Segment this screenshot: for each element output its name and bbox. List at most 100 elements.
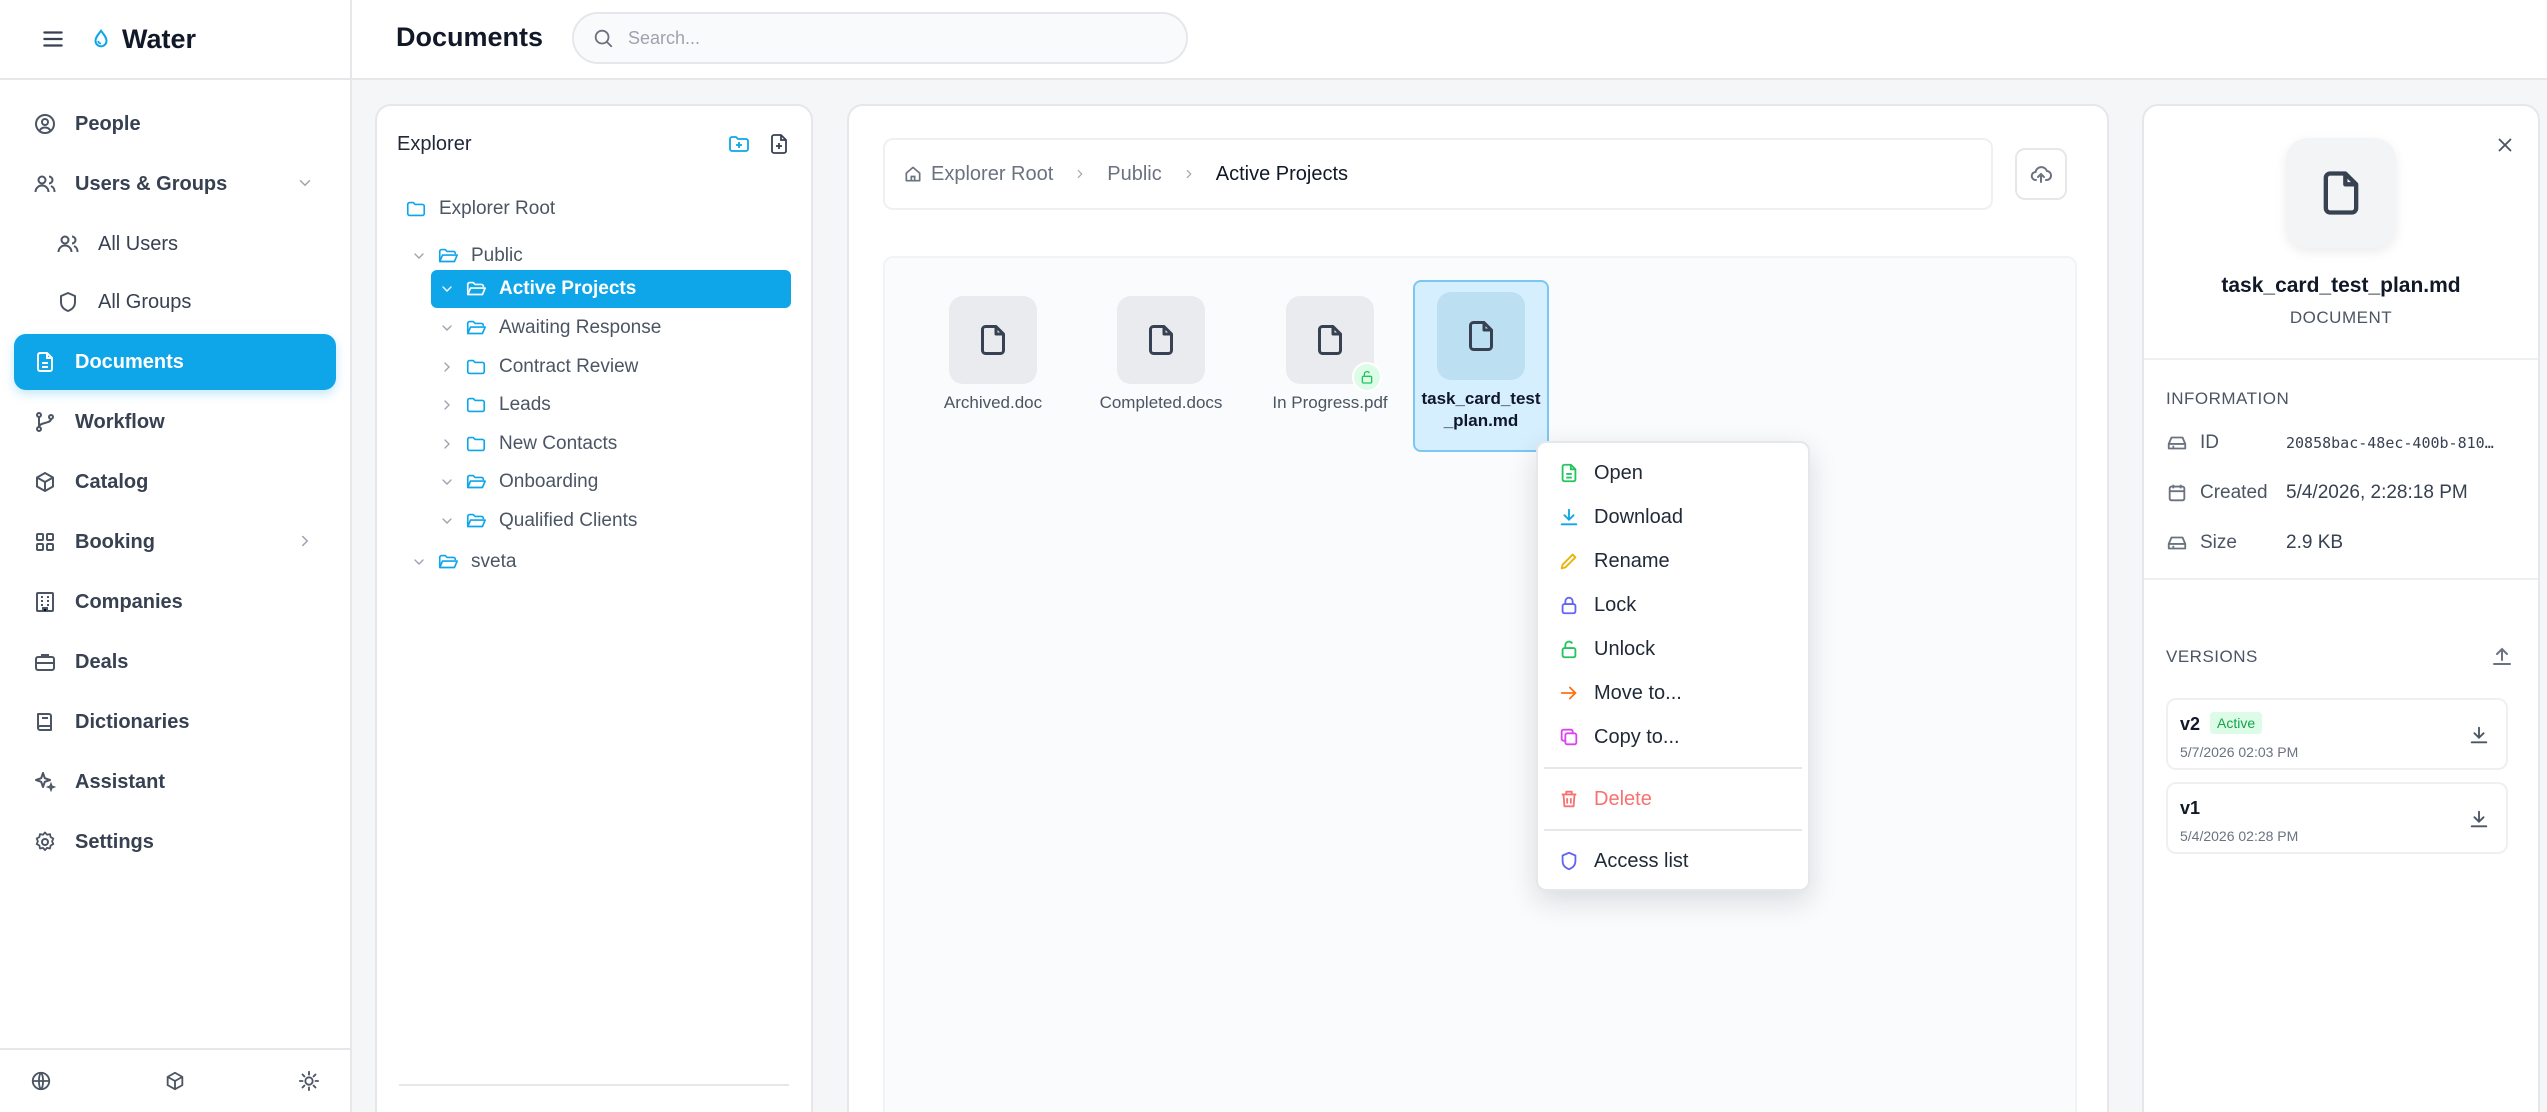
- context-menu-copy-to[interactable]: Copy to...: [1538, 715, 1808, 759]
- sun-icon[interactable]: [298, 1070, 320, 1092]
- divider: [2144, 578, 2538, 580]
- context-menu-label: Copy to...: [1594, 725, 1680, 748]
- tree-item-label: Onboarding: [499, 471, 599, 492]
- chevron-right-icon: [1073, 167, 1087, 181]
- file-name: In Progress.pdf: [1272, 393, 1388, 412]
- context-menu-delete[interactable]: Delete: [1538, 777, 1808, 821]
- sidebar-item-users-groups[interactable]: Users & Groups: [14, 156, 336, 212]
- page-title: Documents: [396, 22, 544, 52]
- lock-icon: [1558, 594, 1580, 616]
- cube-icon[interactable]: [164, 1070, 186, 1092]
- chevron-right-icon[interactable]: [439, 359, 455, 375]
- sidebar-item-all-groups[interactable]: All Groups: [14, 274, 336, 330]
- folder-icon: [465, 394, 487, 416]
- tree-item-label: Public: [471, 245, 523, 266]
- sidebar-item-workflow[interactable]: Workflow: [14, 394, 336, 450]
- tree-item-contract-review[interactable]: Contract Review: [439, 348, 638, 386]
- file-item-task-card-test-plan[interactable]: task_card_test_plan.md: [1413, 280, 1549, 452]
- app-name: Water: [122, 23, 197, 54]
- chevron-down-icon[interactable]: [439, 320, 455, 336]
- files-grid: Archived.doc Completed.docs In Progress.…: [883, 256, 2077, 1112]
- file-icon: [2315, 167, 2367, 219]
- explorer-title: Explorer: [397, 132, 472, 155]
- hamburger-menu-icon[interactable]: [40, 26, 66, 52]
- info-row-created: Created 5/4/2026, 2:28:18 PM: [2166, 482, 2526, 504]
- context-menu-open[interactable]: Open: [1538, 451, 1808, 495]
- search-icon: [592, 27, 614, 49]
- version-card-v2[interactable]: v2 Active 5/7/2026 02:03 PM: [2166, 698, 2508, 770]
- chevron-down-icon[interactable]: [411, 248, 427, 264]
- sidebar-item-settings[interactable]: Settings: [14, 814, 336, 870]
- sidebar-item-deals[interactable]: Deals: [14, 634, 336, 690]
- context-menu-lock[interactable]: Lock: [1538, 583, 1808, 627]
- tree-item-label: Awaiting Response: [499, 317, 662, 338]
- chevron-down-icon[interactable]: [439, 513, 455, 529]
- breadcrumb-root[interactable]: Explorer Root: [931, 163, 1053, 186]
- chevron-right-icon: [296, 532, 314, 550]
- tree-item-qualified-clients[interactable]: Qualified Clients: [439, 502, 637, 540]
- git-branch-icon: [33, 410, 57, 434]
- sidebar-item-label: Users & Groups: [75, 172, 228, 195]
- sidebar-item-catalog[interactable]: Catalog: [14, 454, 336, 510]
- menu-divider: [1544, 829, 1802, 831]
- breadcrumb-current: Active Projects: [1215, 162, 1349, 185]
- tree-item-new-contacts[interactable]: New Contacts: [439, 425, 617, 463]
- download-icon[interactable]: [2468, 724, 2490, 746]
- sidebar-item-label: Companies: [75, 590, 183, 613]
- context-menu-unlock[interactable]: Unlock: [1538, 627, 1808, 671]
- sidebar-item-booking[interactable]: Booking: [14, 514, 336, 570]
- sidebar-item-companies[interactable]: Companies: [14, 574, 336, 630]
- copy-icon: [1558, 726, 1580, 748]
- tree-item-onboarding[interactable]: Onboarding: [439, 463, 598, 501]
- context-menu-rename[interactable]: Rename: [1538, 539, 1808, 583]
- close-icon[interactable]: [2494, 134, 2516, 156]
- tree-item-awaiting-response[interactable]: Awaiting Response: [439, 309, 661, 347]
- new-file-icon[interactable]: [767, 132, 791, 156]
- upload-version-icon[interactable]: [2490, 644, 2514, 668]
- sidebar-item-people[interactable]: People: [14, 96, 336, 152]
- tree-item-explorer-root[interactable]: Explorer Root: [405, 190, 555, 228]
- shield-icon: [56, 290, 80, 314]
- chevron-down-icon[interactable]: [411, 554, 427, 570]
- tree-item-active-projects[interactable]: Active Projects: [431, 270, 791, 308]
- file-item-completed[interactable]: Completed.docs: [1093, 286, 1229, 414]
- sidebar-item-label: Deals: [75, 650, 129, 673]
- sidebar-item-assistant[interactable]: Assistant: [14, 754, 336, 810]
- breadcrumb-public[interactable]: Public: [1107, 163, 1161, 186]
- info-row-size: Size 2.9 KB: [2166, 532, 2526, 554]
- chevron-down-icon[interactable]: [439, 474, 455, 490]
- file-item-in-progress[interactable]: In Progress.pdf: [1262, 286, 1398, 414]
- tree-item-label: Active Projects: [499, 278, 637, 299]
- file-item-archived[interactable]: Archived.doc: [925, 286, 1061, 414]
- context-menu-label: Move to...: [1594, 681, 1682, 704]
- download-icon[interactable]: [2468, 808, 2490, 830]
- file-icon: [1312, 322, 1348, 358]
- file-name: task_card_test_plan.md: [1421, 389, 1541, 430]
- tree-item-leads[interactable]: Leads: [439, 386, 551, 424]
- upload-button[interactable]: [2015, 148, 2067, 200]
- info-value-size: 2.9 KB: [2286, 532, 2344, 553]
- context-menu-access-list[interactable]: Access list: [1538, 839, 1808, 883]
- new-folder-icon[interactable]: [727, 132, 751, 156]
- search-input[interactable]: [628, 27, 1148, 49]
- chevron-down-icon[interactable]: [439, 281, 455, 297]
- sidebar-item-label: Assistant: [75, 770, 166, 793]
- details-panel: task_card_test_plan.md DOCUMENT INFORMAT…: [2142, 104, 2540, 1112]
- files-panel: Explorer Root Public Active Projects Arc…: [847, 104, 2109, 1112]
- sidebar-item-all-users[interactable]: All Users: [14, 216, 336, 272]
- box-icon: [33, 470, 57, 494]
- sidebar-item-dictionaries[interactable]: Dictionaries: [14, 694, 336, 750]
- tree-item-sveta[interactable]: sveta: [411, 543, 516, 581]
- calendar-icon: [2166, 482, 2188, 504]
- sidebar-item-documents[interactable]: Documents: [14, 334, 336, 390]
- info-value-id: 20858bac-48ec-400b-8108-...: [2286, 434, 2498, 452]
- shield-icon: [1558, 850, 1580, 872]
- chevron-right-icon[interactable]: [439, 436, 455, 452]
- version-card-v1[interactable]: v1 5/4/2026 02:28 PM: [2166, 782, 2508, 854]
- globe-icon[interactable]: [30, 1070, 52, 1092]
- chevron-right-icon[interactable]: [439, 397, 455, 413]
- search-box[interactable]: [572, 12, 1188, 64]
- context-menu-move-to[interactable]: Move to...: [1538, 671, 1808, 715]
- sidebar-nav: People Users & Groups All Users All Grou…: [0, 80, 350, 870]
- context-menu-download[interactable]: Download: [1538, 495, 1808, 539]
